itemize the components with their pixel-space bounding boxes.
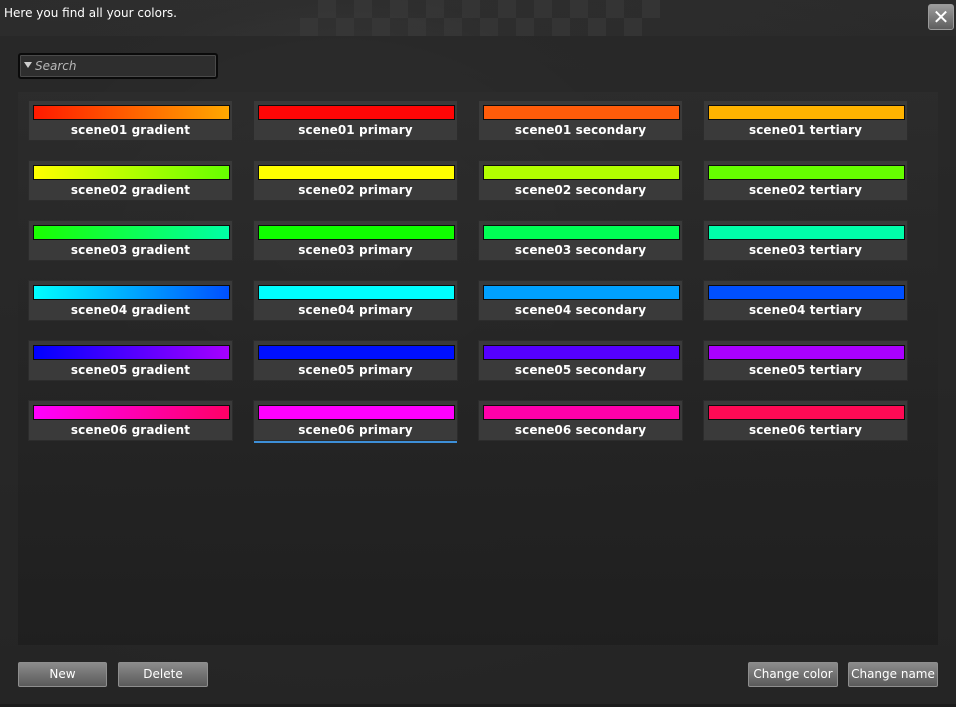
- color-swatch-item[interactable]: scene02 primary: [253, 160, 458, 201]
- color-name-label: scene04 secondary: [514, 303, 647, 317]
- color-preview-bar: [258, 105, 455, 120]
- color-swatch-item[interactable]: scene01 gradient: [28, 100, 233, 141]
- new-button[interactable]: New: [18, 662, 107, 687]
- color-swatch-item[interactable]: scene03 primary: [253, 220, 458, 261]
- color-preview-bar: [483, 225, 680, 240]
- color-swatch-item[interactable]: scene04 tertiary: [703, 280, 908, 321]
- color-preview-bar: [483, 345, 680, 360]
- search-field[interactable]: [18, 53, 218, 79]
- color-swatch-item[interactable]: scene04 gradient: [28, 280, 233, 321]
- color-swatch-item[interactable]: scene05 tertiary: [703, 340, 908, 381]
- color-swatch-item[interactable]: scene01 tertiary: [703, 100, 908, 141]
- color-swatch-item[interactable]: scene06 gradient: [28, 400, 233, 441]
- color-preview-bar: [258, 165, 455, 180]
- color-preview-bar: [33, 105, 230, 120]
- color-preview-bar: [258, 225, 455, 240]
- color-swatch-item[interactable]: scene05 secondary: [478, 340, 683, 381]
- color-name-label: scene04 tertiary: [748, 303, 863, 317]
- color-swatch-item[interactable]: scene06 primary: [253, 400, 458, 443]
- color-swatch-item[interactable]: scene01 primary: [253, 100, 458, 141]
- close-icon: ✕: [932, 5, 950, 29]
- color-swatch-item[interactable]: scene04 primary: [253, 280, 458, 321]
- color-name-label: scene03 secondary: [514, 243, 647, 257]
- color-preview-bar: [258, 345, 455, 360]
- color-preview-bar: [708, 165, 905, 180]
- color-name-label: scene02 secondary: [514, 183, 647, 197]
- color-swatch-item[interactable]: scene01 secondary: [478, 100, 683, 141]
- color-name-label: scene03 gradient: [70, 243, 191, 257]
- color-name-label: scene01 primary: [298, 123, 413, 137]
- color-name-label: scene03 primary: [298, 243, 413, 257]
- color-preview-bar: [258, 285, 455, 300]
- color-name-label: scene01 secondary: [514, 123, 647, 137]
- color-preview-bar: [483, 105, 680, 120]
- color-swatch-item[interactable]: scene02 secondary: [478, 160, 683, 201]
- color-name-label: scene03 tertiary: [748, 243, 863, 257]
- color-manager-panel: scene01 gradient scene01 primary scene01 s…: [0, 36, 956, 704]
- color-name-label: scene05 tertiary: [748, 363, 863, 377]
- color-swatch-item[interactable]: scene05 primary: [253, 340, 458, 381]
- color-preview-bar: [708, 105, 905, 120]
- color-preview-bar: [33, 165, 230, 180]
- color-preview-bar: [708, 225, 905, 240]
- close-button[interactable]: ✕: [928, 4, 954, 30]
- color-swatch-item[interactable]: scene03 secondary: [478, 220, 683, 261]
- color-preview-bar: [483, 405, 680, 420]
- color-swatch-item[interactable]: scene06 tertiary: [703, 400, 908, 441]
- color-name-label: scene06 secondary: [514, 423, 647, 437]
- color-preview-bar: [708, 405, 905, 420]
- color-name-label: scene02 primary: [298, 183, 413, 197]
- color-name-label: scene04 gradient: [70, 303, 191, 317]
- color-name-label: scene02 gradient: [70, 183, 191, 197]
- dialog-title: Here you find all your colors.: [4, 6, 177, 20]
- color-preview-bar: [483, 165, 680, 180]
- color-preview-bar: [33, 345, 230, 360]
- color-name-label: scene04 primary: [298, 303, 413, 317]
- filter-icon: [24, 62, 32, 68]
- change-color-button[interactable]: Change color: [748, 662, 838, 687]
- color-swatch-item[interactable]: scene02 gradient: [28, 160, 233, 201]
- color-name-label: scene01 gradient: [70, 123, 191, 137]
- color-name-label: scene05 secondary: [514, 363, 647, 377]
- color-preview-bar: [258, 405, 455, 420]
- color-name-label: scene06 primary: [298, 423, 413, 437]
- color-name-label: scene06 gradient: [70, 423, 191, 437]
- delete-button[interactable]: Delete: [118, 662, 208, 687]
- color-preview-bar: [33, 285, 230, 300]
- color-name-label: scene02 tertiary: [748, 183, 863, 197]
- color-name-label: scene05 primary: [298, 363, 413, 377]
- color-preview-bar: [33, 405, 230, 420]
- color-preview-bar: [483, 285, 680, 300]
- color-name-label: scene05 gradient: [70, 363, 191, 377]
- color-name-label: scene01 tertiary: [748, 123, 863, 137]
- search-input[interactable]: [35, 59, 205, 73]
- change-name-button[interactable]: Change name: [848, 662, 938, 687]
- color-preview-bar: [33, 225, 230, 240]
- color-swatch-item[interactable]: scene05 gradient: [28, 340, 233, 381]
- color-swatch-item[interactable]: scene06 secondary: [478, 400, 683, 441]
- color-swatch-item[interactable]: scene03 gradient: [28, 220, 233, 261]
- color-preview-bar: [708, 285, 905, 300]
- color-swatch-item[interactable]: scene02 tertiary: [703, 160, 908, 201]
- color-name-label: scene06 tertiary: [748, 423, 863, 437]
- color-grid: scene01 gradient scene01 primary scene01 s…: [18, 92, 938, 645]
- color-swatch-item[interactable]: scene04 secondary: [478, 280, 683, 321]
- color-preview-bar: [708, 345, 905, 360]
- color-swatch-item[interactable]: scene03 tertiary: [703, 220, 908, 261]
